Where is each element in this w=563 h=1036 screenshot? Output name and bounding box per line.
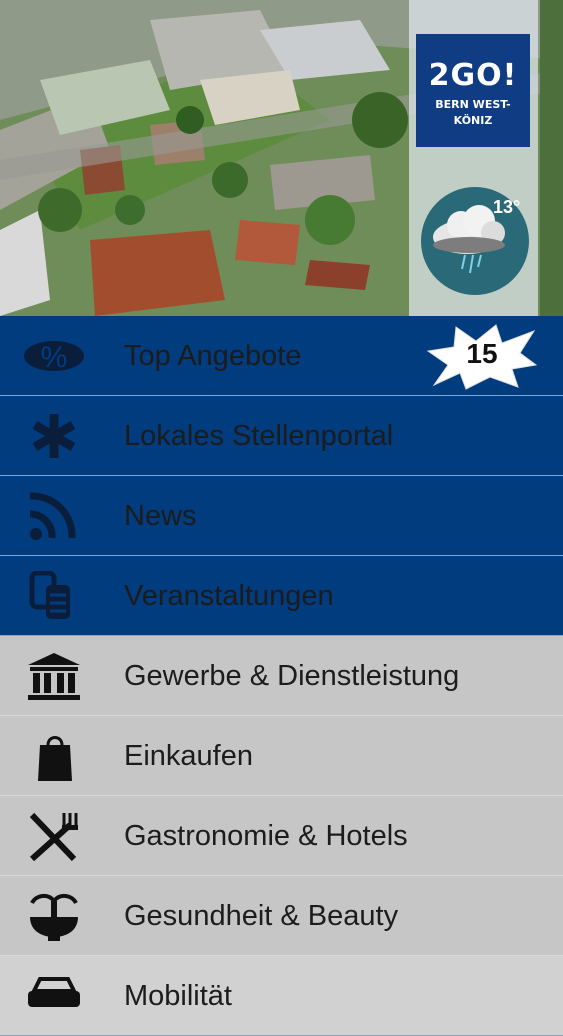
menu-item-label: Gastronomie & Hotels — [124, 820, 408, 852]
logo-subtitle-line2: KÖNIZ — [453, 114, 493, 127]
menu-item-einkaufen[interactable]: Einkaufen — [0, 716, 563, 796]
menu-item-label: News — [124, 500, 197, 532]
hero-aerial-image: 2GO! BERN WEST- KÖNIZ 13° — [0, 0, 563, 316]
menu-item-gewerbe-dienstleistung[interactable]: Gewerbe & Dienstleistung — [0, 636, 563, 716]
menu-item-top-angebote[interactable]: % Top Angebote 15 — [0, 316, 563, 396]
menu-item-label: Veranstaltungen — [124, 580, 334, 612]
menu-item-label: Top Angebote — [124, 340, 302, 372]
badge-count: 15 — [466, 338, 498, 369]
app-logo: 2GO! BERN WEST- KÖNIZ — [416, 34, 530, 147]
percent-icon: % — [24, 341, 84, 374]
count-badge: 15 — [426, 321, 538, 391]
menu-item-news[interactable]: News — [0, 476, 563, 556]
weather-widget[interactable]: 13° — [421, 187, 529, 295]
menu-item-veranstaltungen[interactable]: Veranstaltungen — [0, 556, 563, 636]
asterisk-icon — [32, 414, 76, 458]
weather-temperature: 13° — [493, 197, 521, 217]
menu-item-mobilitaet[interactable]: Mobilität — [0, 956, 563, 1036]
svg-text:%: % — [41, 341, 68, 374]
main-menu: % Top Angebote 15 Lokales Stellenportal … — [0, 316, 563, 1036]
tickets-icon — [29, 571, 70, 619]
menu-item-gastronomie-hotels[interactable]: Gastronomie & Hotels — [0, 796, 563, 876]
menu-item-label: Mobilität — [124, 980, 232, 1012]
logo-title: 2GO! — [428, 58, 518, 93]
rss-icon — [29, 492, 76, 540]
menu-item-lokales-stellenportal[interactable]: Lokales Stellenportal — [0, 396, 563, 476]
menu-item-gesundheit-beauty[interactable]: Gesundheit & Beauty — [0, 876, 563, 956]
menu-item-label: Gewerbe & Dienstleistung — [124, 660, 460, 692]
car-icon — [28, 977, 80, 1007]
fork-knife-icon — [29, 812, 78, 861]
fountain-icon — [30, 894, 78, 941]
menu-item-label: Gesundheit & Beauty — [124, 900, 399, 932]
menu-item-label: Einkaufen — [124, 740, 253, 772]
logo-subtitle-line1: BERN WEST- — [435, 98, 511, 111]
bank-icon — [28, 653, 80, 700]
menu-item-label: Lokales Stellenportal — [124, 420, 394, 452]
shopping-bag-icon — [38, 736, 72, 781]
